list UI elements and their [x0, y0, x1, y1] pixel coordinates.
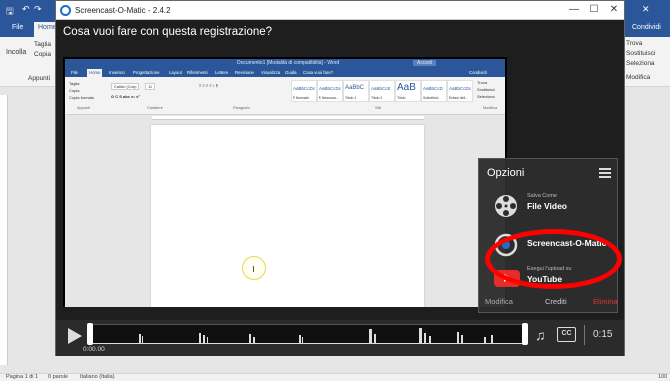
embedded-tab: Cosa vuoi fare?	[303, 70, 334, 75]
embedded-ruler	[152, 116, 424, 120]
embedded-share: Condividi	[469, 70, 487, 75]
zoom-level[interactable]: 100	[658, 374, 667, 380]
audio-timeline[interactable]	[88, 324, 527, 344]
signin-button: Accedi	[413, 60, 437, 66]
embedded-style: AaBbCcDc Enfasi deli...	[447, 80, 473, 102]
save-icon[interactable]: 🖫	[6, 4, 14, 20]
editing-group-label: Modifica	[626, 74, 651, 81]
embedded-word-screenshot: Documento1 [Modalità di compatibilità] -…	[65, 59, 505, 307]
select-button[interactable]: Seleziona	[626, 60, 655, 67]
play-button[interactable]	[68, 328, 82, 344]
embedded-tab: Guida	[285, 70, 297, 75]
redo-icon[interactable]: ↷	[34, 4, 42, 15]
waveform	[89, 328, 527, 344]
embedded-ribbon-text: Copia formato	[69, 95, 95, 100]
captions-button[interactable]: CC	[557, 327, 576, 342]
window-title: Screencast-O-Matic - 2.4.2	[75, 6, 171, 15]
undo-icon[interactable]: ↶	[22, 4, 30, 15]
duration: 0:15	[593, 329, 613, 340]
embedded-style: AaB Titolo	[395, 80, 421, 102]
word-count: 0 parole	[48, 374, 68, 380]
option-subtitle: Salva Come	[527, 193, 557, 199]
prompt-heading: Cosa vuoi fare con questa registrazione?	[63, 26, 273, 38]
embedded-tab: Revisione	[235, 70, 254, 75]
embedded-style: AaBbCcE Titolo 2	[369, 80, 395, 102]
embedded-font-box: Calibri (Corp	[111, 83, 140, 90]
save-video-option[interactable]: Salva Come File Video	[479, 186, 619, 224]
embedded-title: Documento1 [Modalità di compatibilità] -…	[237, 60, 340, 66]
copy-button[interactable]: Copia	[34, 51, 51, 58]
embedded-style: AaBbCcDc ¶ Normale	[291, 80, 317, 102]
embedded-ribbon-text: Sostituisci	[477, 87, 496, 92]
embedded-ribbon-text: Copia	[69, 88, 80, 93]
options-header: Opzioni	[487, 167, 525, 179]
embedded-tab: Layout	[169, 70, 182, 75]
player-bar: 0:00.00 ♫ CC 0:15	[56, 320, 624, 356]
embedded-ribbon-text: Seleziona	[477, 94, 495, 99]
embedded-group-label: Stili	[375, 106, 382, 110]
embedded-tab-bar: File Home Inserisci Progettazione Layout…	[65, 69, 505, 77]
embedded-style: AaBbC Titolo 1	[343, 80, 369, 102]
embedded-tab: Riferimenti	[187, 70, 208, 75]
word-status-bar: Pagina 1 di 1 0 parole Italiano (Italia)…	[0, 373, 670, 381]
trim-start-handle[interactable]	[87, 323, 93, 345]
delete-link[interactable]: Elimina	[593, 297, 618, 306]
embedded-group-label: Paragrafo	[233, 106, 250, 110]
embedded-tab: File	[71, 70, 78, 75]
replace-button[interactable]: Sostituisci	[626, 50, 655, 57]
embedded-page	[151, 125, 424, 307]
embedded-tab: Progettazione	[133, 70, 160, 75]
embedded-tab: Visualizza	[261, 70, 281, 75]
embedded-tab: Home	[87, 69, 103, 77]
embedded-group-label: Carattere	[147, 106, 163, 110]
embedded-para-icons: ≡ ≡ ≡ ≡ ↕ ¶	[199, 83, 219, 88]
red-highlight-circle	[485, 229, 622, 289]
edit-link[interactable]: Modifica	[485, 297, 513, 306]
embedded-ribbon-text: Trova	[477, 80, 488, 85]
find-button[interactable]: Trova	[626, 40, 642, 47]
menu-icon[interactable]	[599, 168, 611, 178]
som-title-bar: Screencast-O-Matic - 2.4.2 — ☐ ✕	[56, 1, 624, 20]
embedded-tab: Inserisci	[109, 70, 125, 75]
music-note-icon[interactable]: ♫	[535, 327, 546, 343]
embedded-group-label: Modifica	[483, 106, 498, 110]
clipboard-group-label: Appunti	[28, 75, 51, 82]
embedded-size-box: 11	[145, 83, 156, 90]
current-time: 0:00.00	[83, 346, 105, 353]
option-title: File Video	[527, 201, 567, 211]
trim-end-handle[interactable]	[522, 323, 528, 345]
embedded-group-label: Appunti	[77, 106, 90, 110]
share-button[interactable]: Condividi	[632, 24, 661, 31]
cursor-highlight	[242, 256, 266, 280]
credits-link[interactable]: Crediti	[545, 297, 567, 306]
page-count: Pagina 1 di 1	[6, 374, 39, 380]
maximize-button[interactable]: ☐	[585, 3, 603, 17]
vertical-ruler	[0, 95, 8, 365]
options-footer: Modifica Crediti Elimina	[485, 297, 618, 306]
cut-button[interactable]: Taglia	[34, 41, 51, 48]
embedded-ribbon-text: Taglia	[69, 81, 80, 86]
embedded-tab: Lettere	[215, 70, 229, 75]
embedded-title-bar: Documento1 [Modalità di compatibilità] -…	[65, 59, 505, 69]
minimize-button[interactable]: —	[565, 3, 583, 17]
language: Italiano (Italia)	[80, 374, 115, 380]
embedded-style: AaBbCcD Sottotitolo	[421, 80, 447, 102]
embedded-format-icons: G C S abc x₂ x²	[111, 94, 140, 99]
embedded-ribbon: Taglia Copia Copia formato Calibri (Corp…	[65, 77, 505, 115]
paste-button[interactable]: Incolla	[6, 49, 26, 56]
close-button[interactable]: ✕	[605, 3, 623, 17]
screencast-logo-icon	[60, 5, 71, 16]
embedded-style: AaBbCcDc ¶ Nessuna...	[317, 80, 343, 102]
tab-file[interactable]: File	[12, 24, 23, 31]
divider	[584, 325, 585, 345]
film-reel-icon	[495, 195, 517, 217]
word-close-icon[interactable]: ✕	[642, 4, 650, 15]
